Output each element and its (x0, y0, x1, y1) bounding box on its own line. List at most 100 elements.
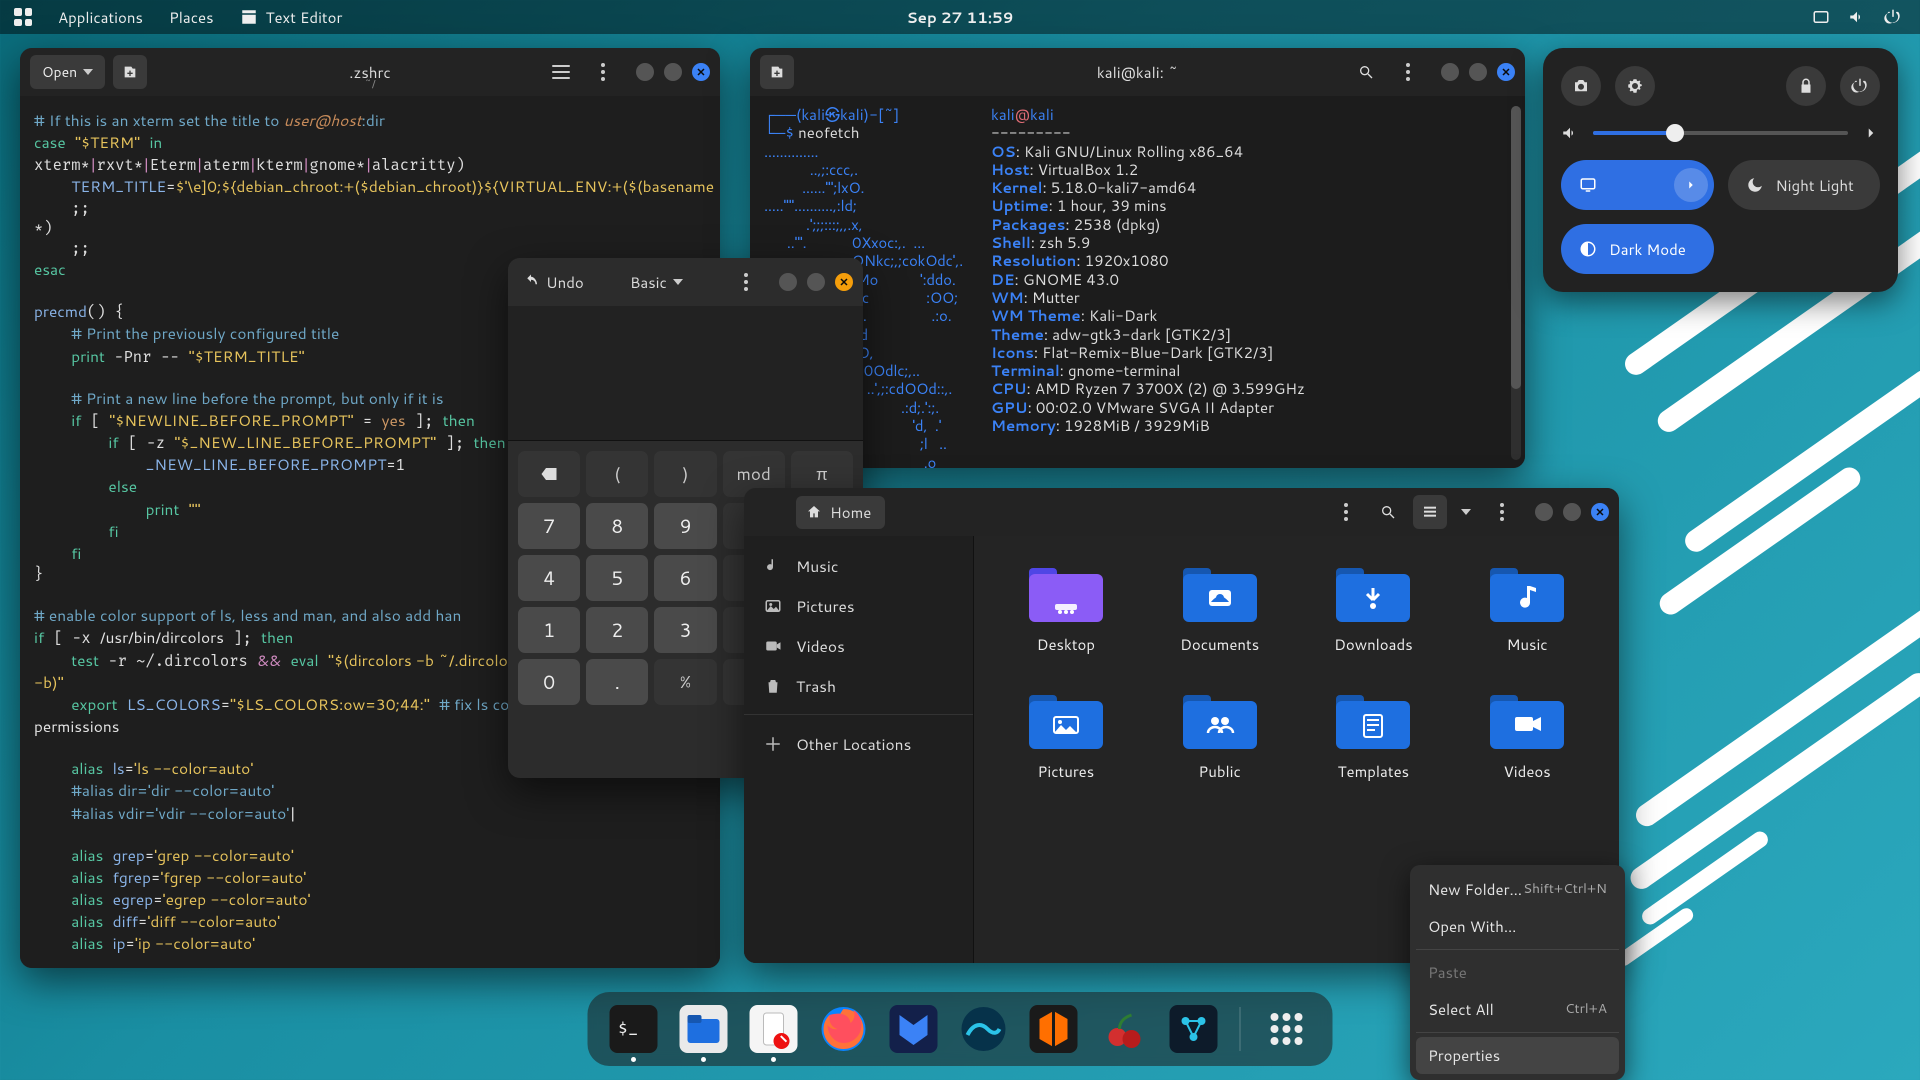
view-toggle-button[interactable] (1413, 495, 1447, 529)
dock-text-editor[interactable] (750, 1005, 798, 1053)
folder-desktop[interactable]: Desktop (1004, 562, 1128, 655)
places-menu[interactable]: Places (169, 7, 214, 28)
close-button[interactable] (835, 273, 853, 291)
maximize-button[interactable] (1469, 63, 1487, 81)
breadcrumb[interactable]: Home (796, 496, 885, 529)
window-title: kali@kali: ~ (1097, 62, 1178, 83)
applications-menu[interactable]: Applications (58, 7, 143, 28)
clock[interactable]: Sep 27 11:59 (907, 7, 1014, 28)
calc-key-)[interactable]: ) (654, 451, 716, 497)
sidebar-item-music[interactable]: Music (744, 546, 973, 586)
sidebar-toggle-button[interactable] (544, 55, 578, 89)
volume-slider[interactable] (1593, 131, 1848, 135)
new-tab-button[interactable] (760, 55, 794, 89)
view-options-button[interactable] (1455, 495, 1477, 529)
moon-icon (1746, 176, 1764, 194)
dark-mode-toggle[interactable]: Dark Mode (1561, 224, 1714, 274)
search-button[interactable] (1349, 55, 1383, 89)
menu-button[interactable] (1329, 495, 1363, 529)
chevron-right-icon (1674, 168, 1708, 202)
hamburger-button[interactable] (1485, 495, 1519, 529)
calc-key-7[interactable]: 7 (518, 503, 580, 549)
close-button[interactable] (692, 63, 710, 81)
folder-downloads[interactable]: Downloads (1312, 562, 1436, 655)
folder-videos[interactable]: Videos (1465, 689, 1589, 782)
calc-key-8[interactable]: 8 (586, 503, 648, 549)
dock-files[interactable] (680, 1005, 728, 1053)
calc-key-1[interactable]: 1 (518, 607, 580, 653)
calc-key-3[interactable]: 3 (654, 607, 716, 653)
dock-metasploit[interactable] (890, 1005, 938, 1053)
minimize-button[interactable] (636, 63, 654, 81)
close-button[interactable] (1497, 63, 1515, 81)
night-light-toggle[interactable]: Night Light (1728, 160, 1881, 210)
minimize-button[interactable] (1535, 503, 1553, 521)
calc-key-([interactable]: ( (586, 451, 648, 497)
folder-templates[interactable]: Templates (1312, 689, 1436, 782)
sidebar-item-trash[interactable]: Trash (744, 666, 973, 706)
window-subtitle: ~/ (364, 76, 375, 92)
new-tab-button[interactable] (113, 55, 147, 89)
menu-button[interactable] (729, 265, 763, 299)
undo-button[interactable]: Undo (518, 272, 584, 293)
wired-toggle[interactable] (1561, 160, 1714, 210)
calc-key-0[interactable]: 0 (518, 659, 580, 705)
search-button[interactable] (1371, 495, 1405, 529)
folder-public[interactable]: Public (1158, 689, 1282, 782)
calc-key-backspace[interactable] (518, 451, 580, 497)
context-open-with[interactable]: Open With… (1416, 908, 1619, 945)
folder-music[interactable]: Music (1465, 562, 1589, 655)
neofetch-info: kali@kali --------- OS: Kali GNU/Linux R… (991, 106, 1305, 458)
open-button[interactable]: Open (30, 55, 105, 89)
minimize-button[interactable] (1441, 63, 1459, 81)
activities-icon[interactable] (14, 8, 32, 26)
context-new-folder[interactable]: New Folder…Shift+Ctrl+N (1416, 871, 1619, 908)
scrollbar[interactable] (1511, 106, 1521, 460)
menu-button[interactable] (1391, 55, 1425, 89)
chevron-down-icon (673, 279, 683, 285)
screen-icon (1579, 176, 1597, 194)
calc-key-%[interactable]: % (654, 659, 716, 705)
sidebar-item-videos[interactable]: Videos (744, 626, 973, 666)
dock-wireshark[interactable] (960, 1005, 1008, 1053)
calc-key-5[interactable]: 5 (586, 555, 648, 601)
dock-burpsuite[interactable] (1030, 1005, 1078, 1053)
calc-key-9[interactable]: 9 (654, 503, 716, 549)
dock-terminal[interactable]: $_ (610, 1005, 658, 1053)
context-paste: Paste (1416, 954, 1619, 991)
dock: $_ (588, 992, 1333, 1066)
undo-icon (522, 273, 540, 291)
dock-firefox[interactable] (820, 1005, 868, 1053)
volume-icon[interactable] (1848, 8, 1866, 26)
folder-pictures[interactable]: Pictures (1004, 689, 1128, 782)
dock-code[interactable] (1170, 1005, 1218, 1053)
calc-key-2[interactable]: 2 (586, 607, 648, 653)
active-app-indicator[interactable]: Text Editor (240, 7, 343, 28)
power-icon[interactable] (1884, 8, 1902, 26)
terminal-body[interactable]: ┌──(kali㉿kali)-[~] └─$ neofetch ........… (750, 96, 1525, 468)
power-button[interactable] (1840, 66, 1880, 106)
expand-icon[interactable] (1862, 124, 1880, 142)
menu-button[interactable] (586, 55, 620, 89)
calc-key-6[interactable]: 6 (654, 555, 716, 601)
close-button[interactable] (1591, 503, 1609, 521)
mode-selector[interactable]: Basic (630, 272, 683, 293)
sidebar-item-pictures[interactable]: Pictures (744, 586, 973, 626)
screenshot-button[interactable] (1561, 66, 1601, 106)
maximize-button[interactable] (664, 63, 682, 81)
settings-button[interactable] (1615, 66, 1655, 106)
dock-all-apps[interactable] (1263, 1005, 1311, 1053)
minimize-button[interactable] (779, 273, 797, 291)
folder-documents[interactable]: Documents (1158, 562, 1282, 655)
calc-key-.[interactable]: . (586, 659, 648, 705)
dock-cherrytree[interactable] (1100, 1005, 1148, 1053)
context-properties[interactable]: Properties (1416, 1037, 1619, 1074)
context-select-all[interactable]: Select AllCtrl+A (1416, 991, 1619, 1028)
lock-button[interactable] (1786, 66, 1826, 106)
calculator-display[interactable] (508, 306, 863, 441)
maximize-button[interactable] (807, 273, 825, 291)
maximize-button[interactable] (1563, 503, 1581, 521)
calc-key-4[interactable]: 4 (518, 555, 580, 601)
screen-record-icon[interactable] (1812, 8, 1830, 26)
sidebar-item-other-locations[interactable]: Other Locations (744, 714, 973, 764)
